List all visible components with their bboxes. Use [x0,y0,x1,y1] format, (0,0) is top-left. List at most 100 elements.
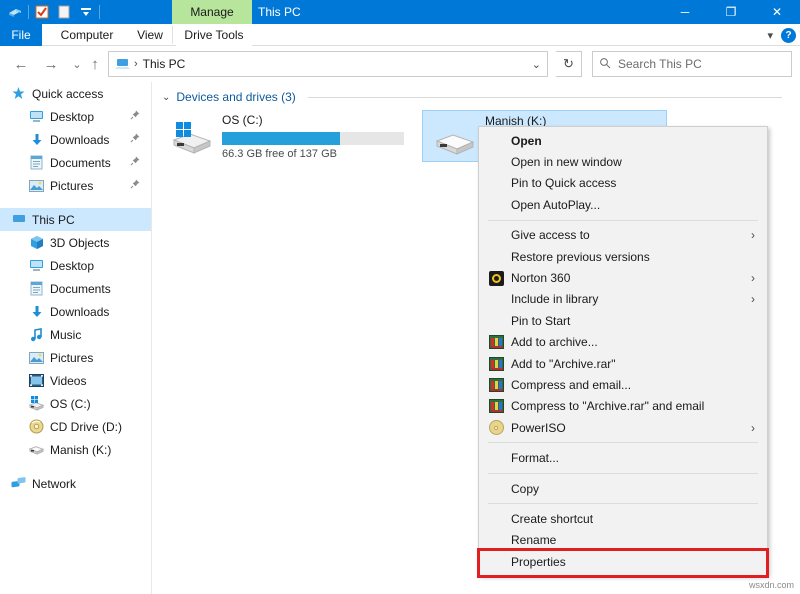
new-folder-icon[interactable] [53,0,75,24]
sidebar-item-label: Downloads [50,305,109,319]
pictures-icon [28,349,45,366]
menu-item-give-access-to[interactable]: Give access to› [479,225,767,246]
sidebar-item-downloads[interactable]: Downloads [0,128,152,151]
pin-icon[interactable] [130,110,140,123]
menu-separator [488,473,758,474]
sidebar-item-label: Pictures [50,179,93,193]
sidebar-item-documents[interactable]: Documents [0,151,152,174]
menu-item-open-in-new-window[interactable]: Open in new window [479,151,767,172]
chevron-down-icon[interactable]: ▾ [767,29,773,42]
drive-tile-os-c[interactable]: OS (C:) 66.3 GB free of 137 GB [160,110,405,162]
menu-item-label: Open [511,134,542,148]
submenu-arrow-icon[interactable]: › [751,228,755,242]
menu-item-label: Pin to Quick access [511,176,616,190]
sidebar-item-desktop[interactable]: Desktop [0,105,152,128]
help-icon[interactable]: ? [781,28,796,43]
downloads-icon [28,131,45,148]
winrar-icon [485,335,507,349]
close-button[interactable]: ✕ [754,0,800,24]
star-pin-icon [10,85,27,102]
refresh-button[interactable]: ↻ [556,51,582,77]
sidebar-item-pictures[interactable]: Pictures [0,346,152,369]
context-menu[interactable]: Open Open in new window Pin to Quick acces… [478,126,768,576]
norton-icon [489,271,504,286]
explorer-icon[interactable] [4,0,26,24]
menu-item-pin-to-quick-access[interactable]: Pin to Quick access [479,173,767,194]
pin-icon[interactable] [130,133,140,146]
sidebar-item-desktop[interactable]: Desktop [0,254,152,277]
forward-button[interactable]: → [38,51,64,77]
group-header-devices-and-drives[interactable]: ⌄ Devices and drives (3) [162,90,782,104]
nav-group-gap [0,461,152,472]
menu-item-add-to-archive[interactable]: Add to archive... [479,332,767,353]
drive-icon [431,121,479,157]
menu-item-pin-to-start[interactable]: Pin to Start [479,310,767,331]
sidebar-item-os-c[interactable]: OS (C:) [0,392,152,415]
customize-dropdown-icon[interactable] [75,0,97,24]
sidebar-item-quick-access[interactable]: Quick access [0,82,152,105]
tab-view[interactable]: View [124,24,176,46]
pin-icon[interactable] [130,156,140,169]
submenu-arrow-icon[interactable]: › [751,271,755,285]
sidebar-item-label: Videos [50,374,86,388]
sidebar-item-pictures[interactable]: Pictures [0,174,152,197]
search-icon [599,57,611,72]
contextual-tab-manage[interactable]: Manage [172,0,252,24]
winrar-icon [489,335,504,349]
menu-item-norton-360[interactable]: Norton 360› [479,267,767,288]
menu-item-add-to-archive-rar[interactable]: Add to "Archive.rar" [479,353,767,374]
window-controls: ─ ❐ ✕ [662,0,800,24]
network-icon [10,475,27,492]
windows-drive-icon [28,395,45,412]
winrar-icon [489,399,504,413]
breadcrumb-this-pc[interactable]: This PC [143,57,186,71]
search-box[interactable]: Search This PC [592,51,792,77]
navigation-pane[interactable]: Quick accessDesktopDownloadsDocumentsPic… [0,82,152,594]
sidebar-item-cd-drive-d[interactable]: CD Drive (D:) [0,415,152,438]
minimize-button[interactable]: ─ [662,0,708,24]
menu-item-label: Copy [511,482,539,496]
sidebar-item-documents[interactable]: Documents [0,277,152,300]
menu-item-open-autoplay[interactable]: Open AutoPlay... [479,194,767,215]
tab-computer[interactable]: Computer [50,24,124,46]
sidebar-item-manish-k[interactable]: Manish (K:) [0,438,152,461]
pin-icon[interactable] [130,179,140,192]
drive-free-space: 66.3 GB free of 137 GB [222,148,337,160]
tab-file[interactable]: File [0,24,42,46]
menu-item-restore-previous-versions[interactable]: Restore previous versions [479,246,767,267]
menu-item-format[interactable]: Format... [479,447,767,468]
menu-item-rename[interactable]: Rename [479,530,767,551]
sidebar-item-label: Pictures [50,351,93,365]
properties-icon[interactable] [31,0,53,24]
winrar-icon [485,399,507,413]
chevron-down-icon[interactable]: ⌄ [162,92,170,103]
maximize-button[interactable]: ❐ [708,0,754,24]
back-button[interactable]: ← [8,51,34,77]
submenu-arrow-icon[interactable]: › [751,421,755,435]
menu-item-open[interactable]: Open [479,130,767,151]
group-rule [308,97,782,98]
address-dropdown-icon[interactable]: ⌄ [532,58,543,71]
menu-item-include-in-library[interactable]: Include in library› [479,289,767,310]
menu-item-compress-to-archive-rar-and-email[interactable]: Compress to "Archive.rar" and email [479,396,767,417]
menu-item-properties[interactable]: Properties [479,551,767,572]
menu-item-create-shortcut[interactable]: Create shortcut [479,508,767,529]
sidebar-item-this-pc[interactable]: This PC [0,208,152,231]
tab-drive-tools[interactable]: Drive Tools [176,24,252,46]
menu-item-compress-and-email[interactable]: Compress and email... [479,374,767,395]
menu-item-poweriso[interactable]: PowerISO › [479,417,767,438]
up-button[interactable]: ↑ [82,51,108,77]
capacity-bar-fill [222,132,340,145]
address-bar[interactable]: › This PC ⌄ [108,51,548,77]
sidebar-item-3d-objects[interactable]: 3D Objects [0,231,152,254]
submenu-arrow-icon[interactable]: › [751,292,755,306]
sidebar-item-videos[interactable]: Videos [0,369,152,392]
menu-item-copy[interactable]: Copy [479,478,767,499]
sidebar-item-network[interactable]: Network [0,472,152,495]
sidebar-item-downloads[interactable]: Downloads [0,300,152,323]
sidebar-item-music[interactable]: Music [0,323,152,346]
menu-item-label: PowerISO [511,421,566,435]
downloads-icon [28,303,45,320]
pictures-icon [28,177,45,194]
winrar-icon [485,378,507,392]
